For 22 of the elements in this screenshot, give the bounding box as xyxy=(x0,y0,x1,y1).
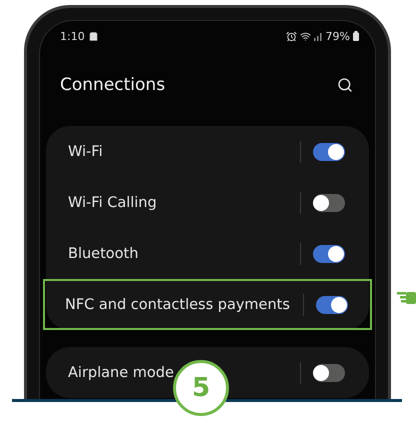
wifi-icon xyxy=(300,30,311,42)
setting-label: NFC and contactless payments xyxy=(65,296,291,312)
setting-label: Wi-Fi xyxy=(68,144,104,160)
alarm-icon xyxy=(286,30,297,42)
highlighted-setting-row[interactable]: NFC and contactless payments xyxy=(43,279,372,330)
battery-icon xyxy=(353,31,359,41)
setting-row[interactable]: Wi-Fi xyxy=(46,126,369,177)
toggle-switch[interactable] xyxy=(316,296,348,314)
toggle-switch[interactable] xyxy=(313,194,345,212)
setting-label: Airplane mode xyxy=(68,364,175,380)
status-time: 1:10 xyxy=(60,30,85,42)
setting-label: Wi-Fi Calling xyxy=(68,194,158,210)
setting-label: Bluetooth xyxy=(68,246,140,262)
setting-row[interactable]: Wi-Fi Calling xyxy=(46,177,369,228)
setting-row[interactable]: Bluetooth xyxy=(46,228,369,279)
toggle-switch[interactable] xyxy=(313,142,345,160)
search-icon[interactable] xyxy=(337,77,353,93)
page-title: Connections xyxy=(60,75,166,95)
toggle-switch[interactable] xyxy=(313,364,345,382)
signal-icon xyxy=(314,32,323,40)
toggle-switch[interactable] xyxy=(313,244,345,262)
battery-percent: 79% xyxy=(326,30,350,42)
